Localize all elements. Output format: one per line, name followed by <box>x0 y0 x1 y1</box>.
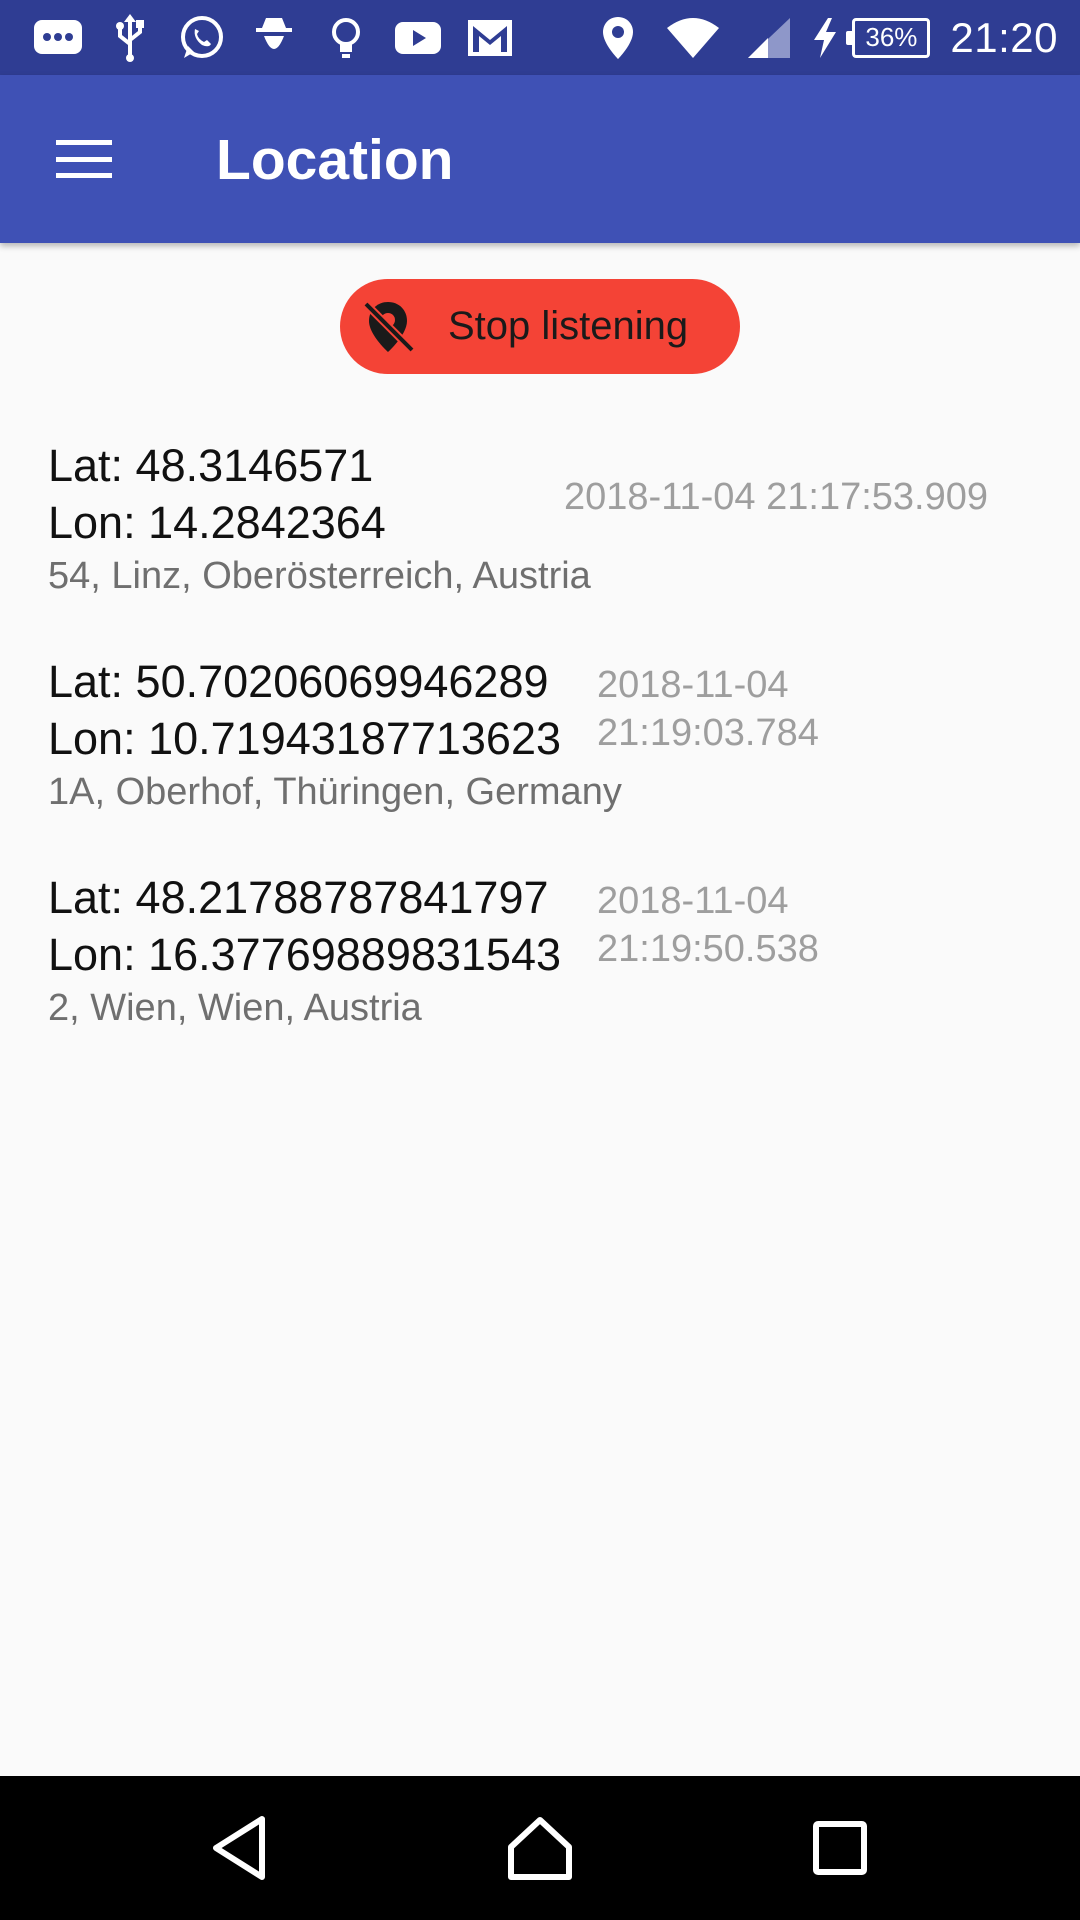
cell-signal-icon <box>736 12 802 64</box>
location-off-icon <box>358 297 418 357</box>
longitude-text: Lon: 16.37769889831543 <box>48 929 562 980</box>
recents-icon[interactable] <box>795 1806 885 1890</box>
system-icons: 36% 21:20 <box>586 0 1058 75</box>
screen: 36% 21:20 Location Stop listening Lat: 4… <box>0 0 1080 1920</box>
battery-icon: 36% <box>846 17 931 58</box>
longitude-text: Lon: 10.71943187713623 <box>48 713 562 764</box>
timestamp-date-text: 2018-11-04 <box>597 880 789 922</box>
page-title: Location <box>216 128 454 192</box>
stop-listening-label: Stop listening <box>448 304 689 348</box>
address-text: 54, Linz, Oberösterreich, Austria <box>48 555 591 597</box>
status-time: 21:20 <box>950 13 1058 61</box>
usb-icon <box>94 12 166 64</box>
list-item[interactable]: Lat: 48.3146571 Lon: 14.2842364 54, Linz… <box>48 437 1048 601</box>
list-item[interactable]: Lat: 50.70206069946289 Lon: 10.719431877… <box>48 653 1048 817</box>
list-item[interactable]: Lat: 48.21788787841797 Lon: 16.377698898… <box>48 869 1048 1033</box>
lightbulb-icon <box>310 12 382 64</box>
menu-bars <box>56 140 112 178</box>
back-icon[interactable] <box>195 1806 285 1890</box>
location-pin-icon <box>586 12 650 64</box>
wifi-icon <box>650 12 736 64</box>
navigation-bar <box>0 1776 1080 1920</box>
incognito-icon <box>238 12 310 64</box>
timestamp-time-text: 21:19:03.784 <box>597 712 819 754</box>
timestamp-date-text: 2018-11-04 <box>597 664 789 706</box>
whatsapp-icon <box>166 12 238 64</box>
home-icon[interactable] <box>495 1806 585 1890</box>
menu-bar-line <box>56 173 112 178</box>
message-icon <box>22 12 94 64</box>
gmail-icon <box>454 12 526 64</box>
notification-icons <box>22 12 526 64</box>
timestamp-text: 2018-11-04 21:17:53.909 <box>564 476 988 518</box>
address-text: 2, Wien, Wien, Austria <box>48 987 422 1029</box>
stop-listening-button[interactable]: Stop listening <box>340 279 740 374</box>
battery-percent: 36% <box>865 22 918 52</box>
address-text: 1A, Oberhof, Thüringen, Germany <box>48 771 622 813</box>
latitude-text: Lat: 48.21788787841797 <box>48 872 549 923</box>
menu-bar-line <box>56 140 112 145</box>
app-bar: Location <box>0 75 1080 243</box>
status-bar: 36% 21:20 <box>0 0 1080 75</box>
charging-icon <box>802 12 848 64</box>
timestamp-time-text: 21:19:50.538 <box>597 928 819 970</box>
menu-bar-line <box>56 156 112 162</box>
youtube-icon <box>382 12 454 64</box>
latitude-text: Lat: 50.70206069946289 <box>48 656 549 707</box>
hamburger-menu-icon[interactable] <box>32 117 136 201</box>
